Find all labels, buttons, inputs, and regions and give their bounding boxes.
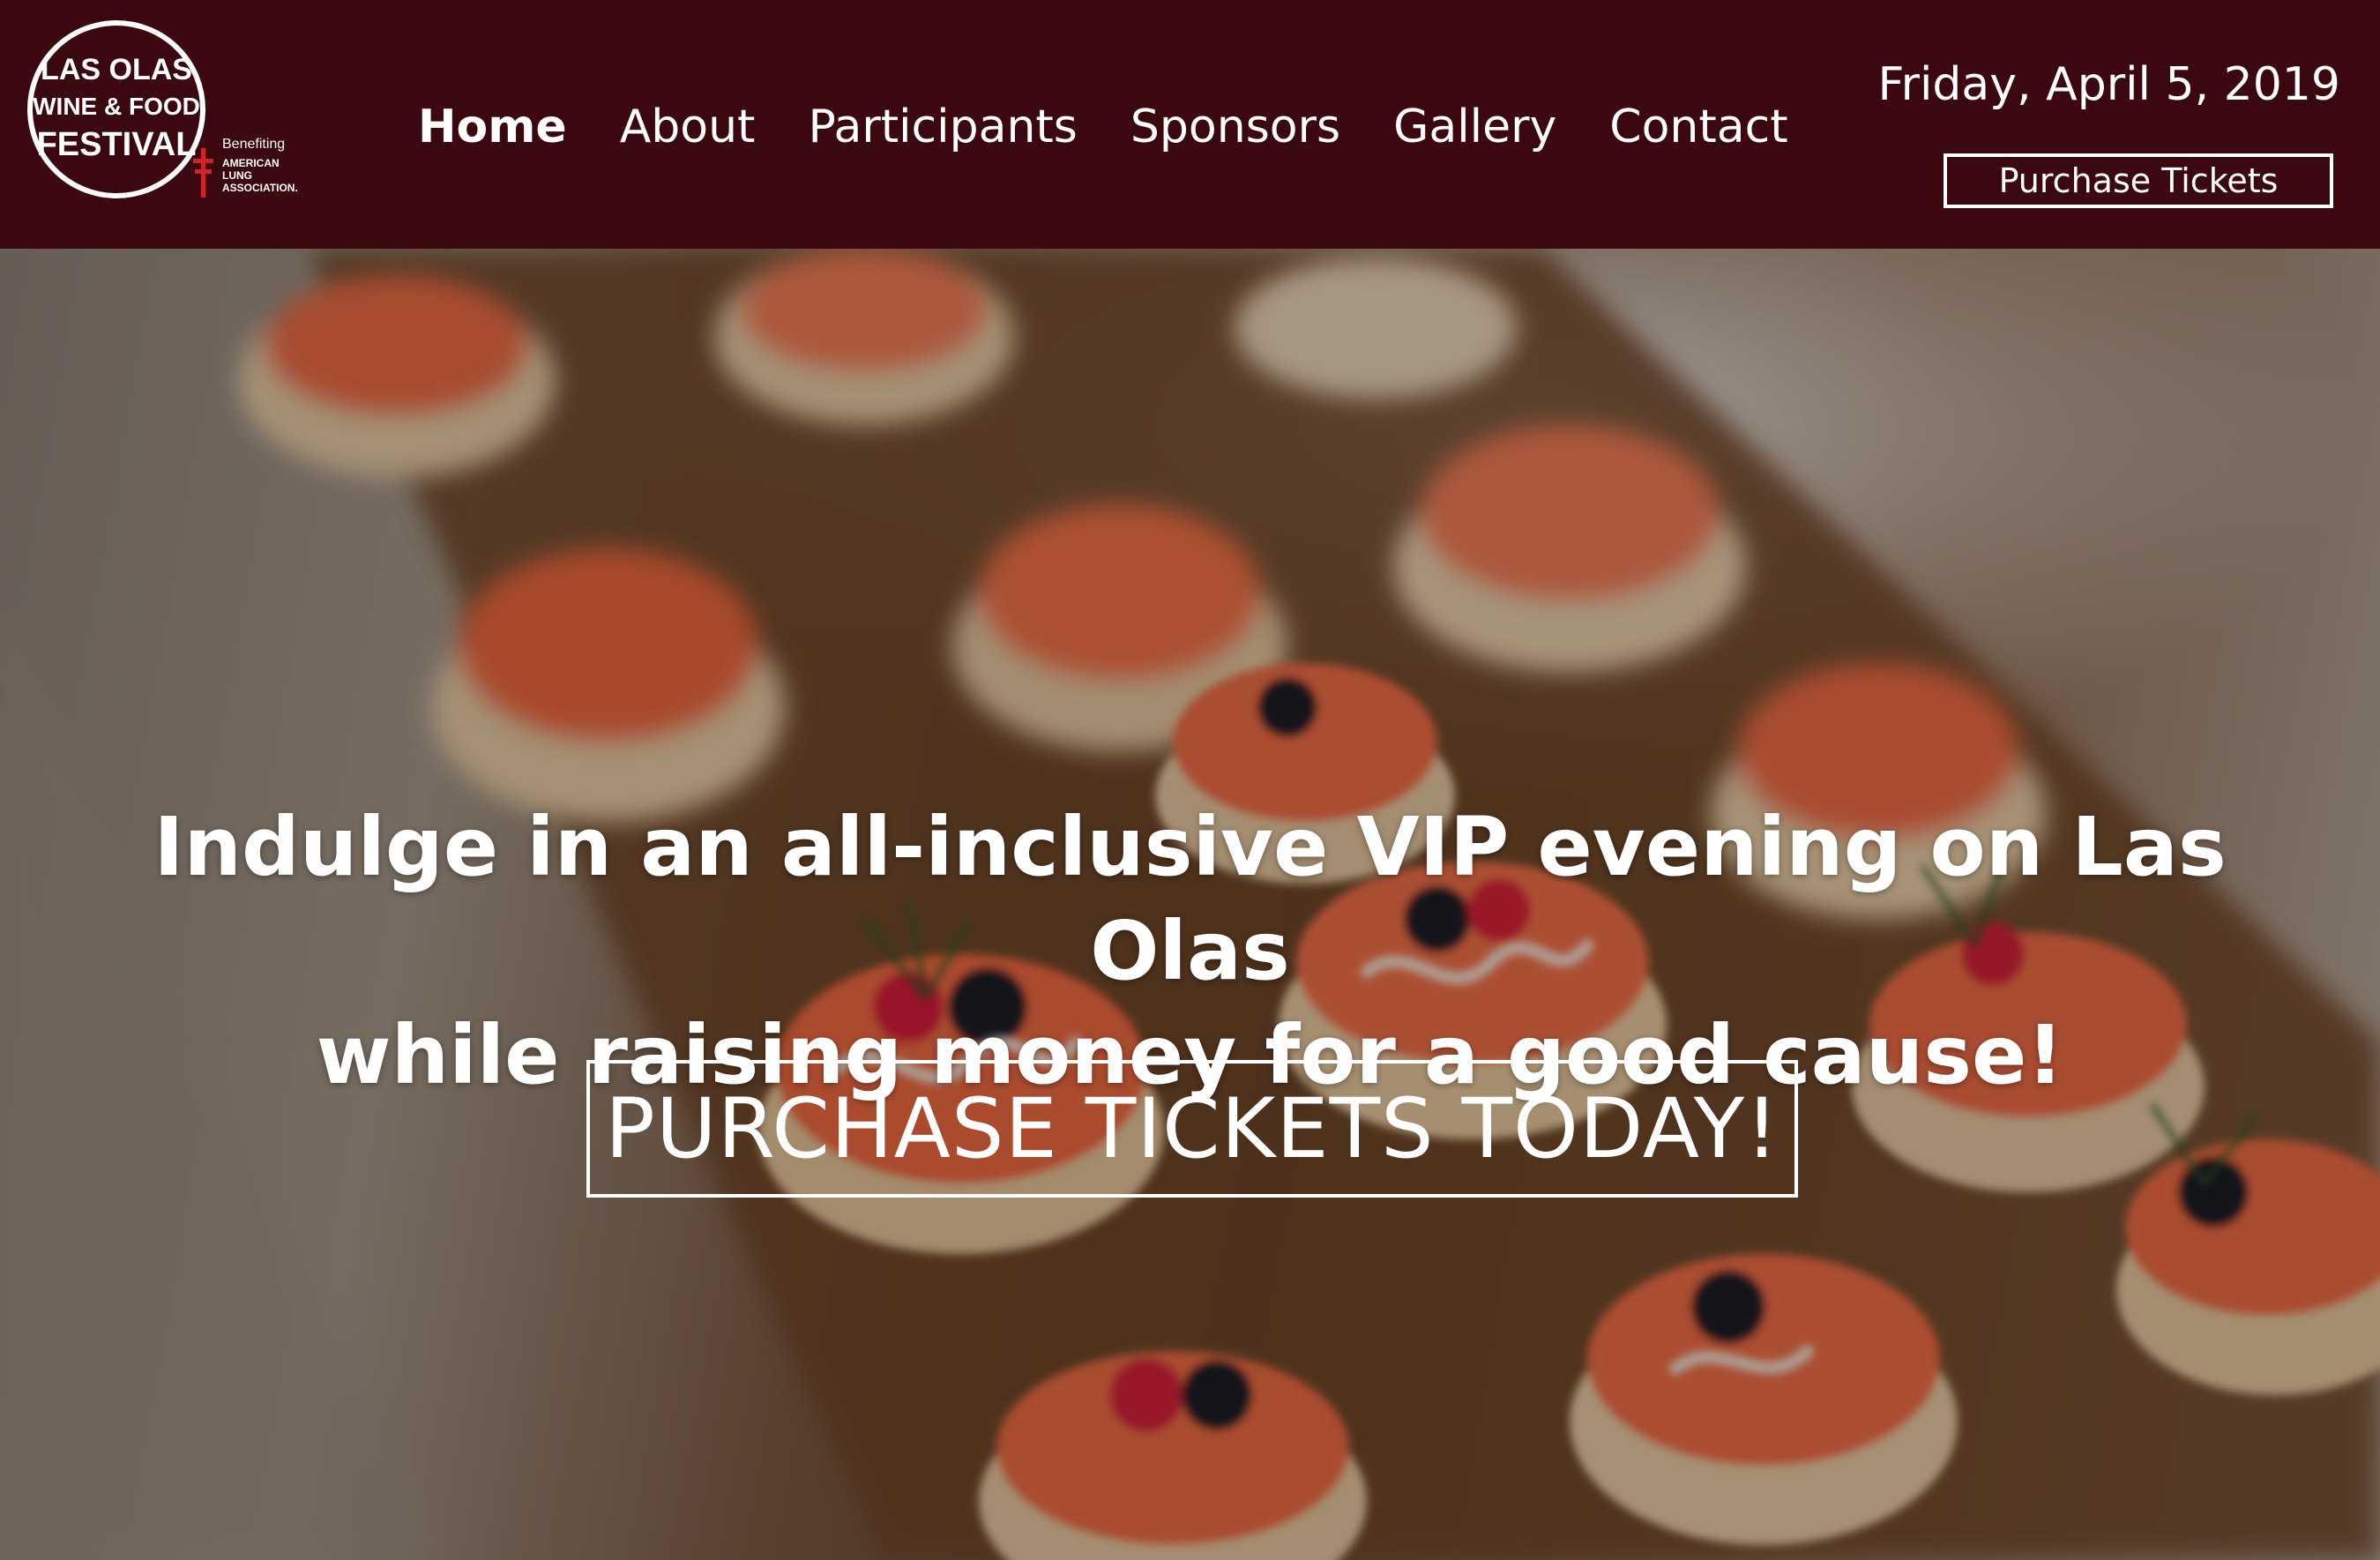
nav-participants[interactable]: Participants — [808, 101, 1077, 153]
nav-sponsors[interactable]: Sponsors — [1130, 101, 1340, 153]
purchase-tickets-today-button[interactable]: PURCHASE TICKETS TODAY! — [586, 1060, 1798, 1198]
main-nav: Home About Participants Sponsors Gallery… — [418, 92, 1841, 162]
logo-org-line2: LUNG — [222, 169, 252, 182]
purchase-tickets-button[interactable]: Purchase Tickets — [1944, 153, 2333, 208]
event-date: Friday, April 5, 2019 — [1877, 58, 2340, 111]
logo-org-line1: AMERICAN — [222, 157, 280, 169]
nav-home[interactable]: Home — [418, 101, 567, 153]
nav-contact[interactable]: Contact — [1609, 101, 1787, 153]
festival-logo[interactable]: LAS OLAS WINE & FOOD FESTIVAL Benefiting… — [26, 16, 317, 206]
lung-cross-icon — [193, 148, 213, 198]
site-header: LAS OLAS WINE & FOOD FESTIVAL Benefiting… — [0, 0, 2380, 249]
nav-about[interactable]: About — [620, 101, 756, 153]
logo-line1: LAS OLAS — [41, 53, 192, 86]
logo-line2: WINE & FOOD — [33, 93, 200, 120]
nav-gallery[interactable]: Gallery — [1393, 101, 1556, 153]
logo-benefiting: Benefiting — [222, 137, 285, 152]
logo-line3: FESTIVAL — [37, 126, 197, 163]
hero-banner: Indulge in an all-inclusive VIP evening … — [0, 249, 2380, 1560]
headline-line1: Indulge in an all-inclusive VIP evening … — [153, 800, 2227, 998]
logo-org-line3: ASSOCIATION. — [222, 182, 298, 194]
